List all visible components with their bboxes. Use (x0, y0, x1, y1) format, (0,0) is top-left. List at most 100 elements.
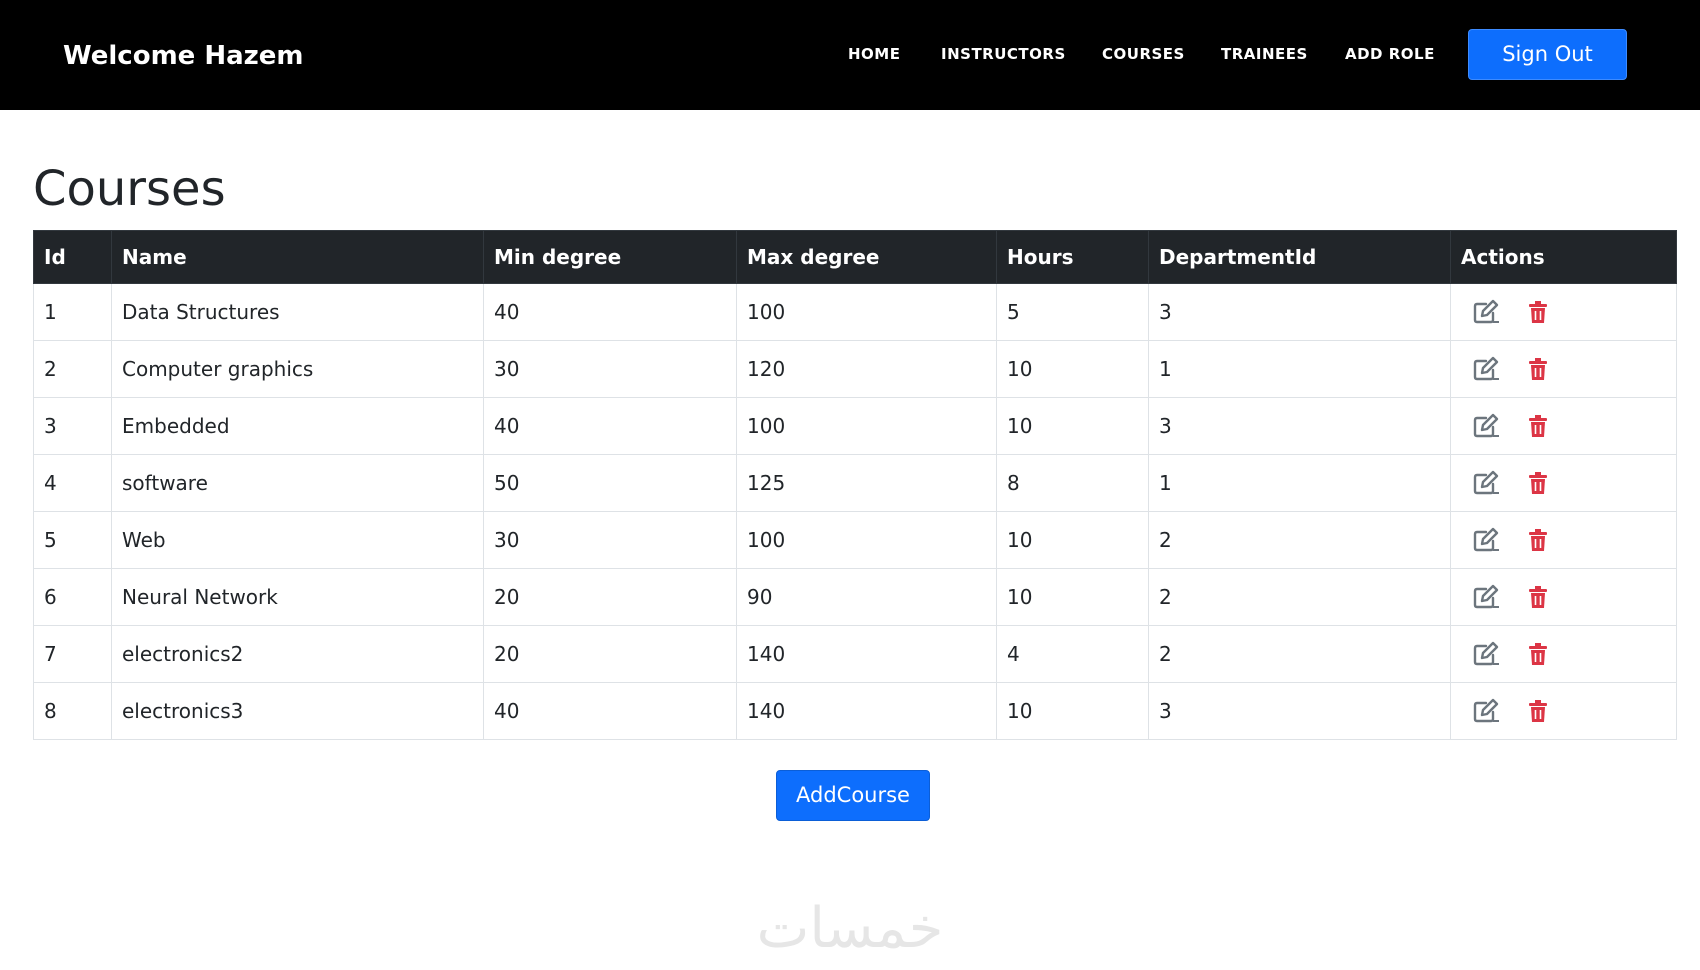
page-title: Courses (33, 161, 226, 217)
cell-min-degree: 30 (483, 340, 737, 398)
cell-actions (1450, 625, 1677, 683)
cell-department-id: 2 (1148, 511, 1451, 569)
cell-hours: 4 (996, 625, 1149, 683)
trash-icon[interactable] (1528, 527, 1548, 552)
column-header-hours: Hours (996, 230, 1149, 284)
cell-min-degree: 20 (483, 625, 737, 683)
cell-max-degree: 100 (736, 397, 997, 455)
cell-actions (1450, 511, 1677, 569)
cell-max-degree: 90 (736, 568, 997, 626)
edit-icon[interactable] (1472, 527, 1500, 552)
nav-link-instructors[interactable]: INSTRUCTORS (941, 43, 1066, 65)
trash-icon[interactable] (1528, 356, 1548, 381)
edit-icon[interactable] (1472, 698, 1500, 723)
cell-hours: 10 (996, 511, 1149, 569)
trash-icon[interactable] (1528, 698, 1548, 723)
column-header-min-degree: Min degree (483, 230, 737, 284)
table-row: 6 Neural Network 20 90 10 2 (33, 568, 1677, 626)
cell-name: electronics2 (111, 625, 484, 683)
cell-min-degree: 30 (483, 511, 737, 569)
trash-icon[interactable] (1528, 641, 1548, 666)
cell-actions (1450, 682, 1677, 740)
cell-actions (1450, 283, 1677, 341)
cell-max-degree: 140 (736, 625, 997, 683)
cell-min-degree: 40 (483, 682, 737, 740)
cell-max-degree: 100 (736, 511, 997, 569)
cell-name: electronics3 (111, 682, 484, 740)
trash-icon[interactable] (1528, 584, 1548, 609)
edit-icon[interactable] (1472, 470, 1500, 495)
table-header-row: Id Name Min degree Max degree Hours Depa… (33, 230, 1677, 284)
table-row: 2 Computer graphics 30 120 10 1 (33, 340, 1677, 398)
edit-icon[interactable] (1472, 641, 1500, 666)
edit-icon[interactable] (1472, 299, 1500, 324)
cell-actions (1450, 568, 1677, 626)
cell-max-degree: 120 (736, 340, 997, 398)
welcome-brand: Welcome Hazem (63, 41, 304, 71)
nav-link-trainees[interactable]: TRAINEES (1221, 43, 1308, 65)
column-header-actions: Actions (1450, 230, 1677, 284)
cell-name: software (111, 454, 484, 512)
cell-id: 4 (33, 454, 112, 512)
edit-icon[interactable] (1472, 413, 1500, 438)
cell-min-degree: 50 (483, 454, 737, 512)
nav-link-home[interactable]: HOME (848, 43, 900, 65)
table-row: 4 software 50 125 8 1 (33, 454, 1677, 512)
cell-hours: 8 (996, 454, 1149, 512)
cell-name: Data Structures (111, 283, 484, 341)
add-course-button[interactable]: AddCourse (776, 770, 930, 821)
cell-name: Computer graphics (111, 340, 484, 398)
cell-name: Web (111, 511, 484, 569)
cell-hours: 5 (996, 283, 1149, 341)
cell-id: 3 (33, 397, 112, 455)
cell-hours: 10 (996, 568, 1149, 626)
cell-department-id: 1 (1148, 454, 1451, 512)
cell-min-degree: 40 (483, 397, 737, 455)
cell-hours: 10 (996, 682, 1149, 740)
cell-id: 1 (33, 283, 112, 341)
cell-department-id: 3 (1148, 397, 1451, 455)
column-header-max-degree: Max degree (736, 230, 997, 284)
table-row: 7 electronics2 20 140 4 2 (33, 625, 1677, 683)
cell-id: 7 (33, 625, 112, 683)
nav-link-add-role[interactable]: ADD ROLE (1345, 43, 1435, 65)
trash-icon[interactable] (1528, 470, 1548, 495)
cell-min-degree: 40 (483, 283, 737, 341)
trash-icon[interactable] (1528, 299, 1548, 324)
column-header-department-id: DepartmentId (1148, 230, 1451, 284)
sign-out-button[interactable]: Sign Out (1468, 29, 1627, 80)
cell-min-degree: 20 (483, 568, 737, 626)
column-header-id: Id (33, 230, 112, 284)
table-row: 3 Embedded 40 100 10 3 (33, 397, 1677, 455)
cell-id: 6 (33, 568, 112, 626)
cell-department-id: 2 (1148, 625, 1451, 683)
top-navbar: Welcome Hazem HOME INSTRUCTORS COURSES T… (0, 0, 1700, 110)
cell-max-degree: 100 (736, 283, 997, 341)
courses-table: Id Name Min degree Max degree Hours Depa… (33, 230, 1677, 740)
cell-department-id: 3 (1148, 682, 1451, 740)
cell-hours: 10 (996, 340, 1149, 398)
cell-hours: 10 (996, 397, 1149, 455)
cell-department-id: 1 (1148, 340, 1451, 398)
khamsat-watermark-logo: خمسات (745, 895, 955, 961)
cell-name: Neural Network (111, 568, 484, 626)
cell-department-id: 3 (1148, 283, 1451, 341)
cell-actions (1450, 454, 1677, 512)
table-row: 5 Web 30 100 10 2 (33, 511, 1677, 569)
cell-id: 8 (33, 682, 112, 740)
edit-icon[interactable] (1472, 584, 1500, 609)
cell-max-degree: 125 (736, 454, 997, 512)
table-row: 8 electronics3 40 140 10 3 (33, 682, 1677, 740)
table-row: 1 Data Structures 40 100 5 3 (33, 283, 1677, 341)
cell-id: 2 (33, 340, 112, 398)
cell-actions (1450, 340, 1677, 398)
nav-link-courses[interactable]: COURSES (1102, 43, 1185, 65)
trash-icon[interactable] (1528, 413, 1548, 438)
cell-actions (1450, 397, 1677, 455)
cell-max-degree: 140 (736, 682, 997, 740)
watermark-text: خمسات (757, 896, 944, 955)
cell-name: Embedded (111, 397, 484, 455)
cell-department-id: 2 (1148, 568, 1451, 626)
edit-icon[interactable] (1472, 356, 1500, 381)
column-header-name: Name (111, 230, 484, 284)
